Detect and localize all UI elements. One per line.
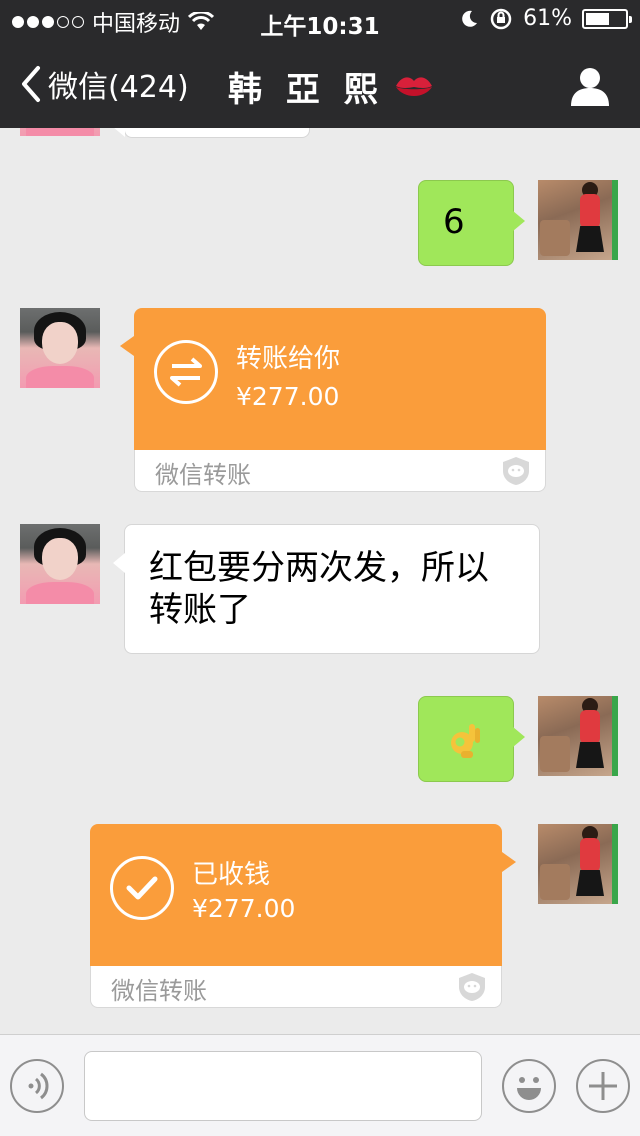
message-bubble[interactable]: 红包要分两次发，所以 转账了	[113, 524, 540, 654]
transfer-card[interactable]: 已收钱 ¥277.00 微信转账	[90, 824, 516, 1008]
contact-name: 韩 亞 熙	[228, 70, 384, 110]
transfer-footer-label: 微信转账	[111, 977, 207, 1005]
wechat-pay-shield-icon	[459, 973, 485, 1001]
message-text-line-1: 红包要分两次发，所以	[149, 548, 489, 588]
input-bar	[0, 1034, 640, 1136]
my-avatar[interactable]	[538, 824, 618, 904]
my-avatar[interactable]	[538, 696, 618, 776]
emoji-button[interactable]	[502, 1059, 556, 1113]
transfer-title: 已收钱	[192, 860, 271, 890]
more-button[interactable]	[576, 1059, 630, 1113]
rotation-lock-icon	[490, 8, 512, 29]
plus-icon	[589, 1072, 617, 1100]
transfer-title: 转账给你	[236, 344, 341, 374]
chat-title: 韩 亞 熙	[228, 62, 434, 111]
message-text: 6	[443, 202, 465, 242]
transfer-card[interactable]: 转账给你 ¥277.00 微信转账	[120, 308, 546, 492]
message-bubble[interactable]: 6	[418, 180, 525, 266]
nav-bar: 微信(424) 韩 亞 熙	[0, 40, 640, 128]
voice-icon	[28, 1072, 49, 1100]
battery-icon	[582, 8, 632, 29]
status-right: 61%	[459, 6, 632, 31]
contact-avatar[interactable]	[20, 128, 100, 136]
voice-button[interactable]	[10, 1059, 64, 1113]
battery-percent: 61%	[523, 6, 572, 31]
transfer-amount: ¥277.00	[192, 894, 296, 923]
contact-avatar[interactable]	[20, 308, 100, 388]
chat-area[interactable]: 6 转账给你 ¥277.00 微信转账 红包要分两次发，所以 转账了 已收钱 ¥…	[0, 128, 640, 1034]
lips-icon	[395, 76, 432, 96]
my-avatar[interactable]	[538, 180, 618, 260]
ok-hand-emoji	[451, 724, 480, 758]
wechat-pay-shield-icon	[503, 457, 529, 485]
message-input[interactable]	[84, 1051, 482, 1121]
message-bubble[interactable]	[418, 696, 525, 782]
transfer-card-footer: 微信转账	[134, 450, 546, 492]
transfer-arrows-icon	[154, 340, 218, 404]
moon-icon	[462, 10, 478, 27]
transfer-footer-label: 微信转账	[155, 461, 251, 489]
message-text-line-2: 转账了	[149, 590, 251, 630]
emoji-icon	[517, 1077, 541, 1100]
back-button[interactable]: 微信(424)	[18, 62, 189, 106]
transfer-amount: ¥277.00	[236, 382, 340, 411]
previous-message-bubble[interactable]	[113, 128, 310, 138]
transfer-card-footer: 微信转账	[90, 966, 502, 1008]
back-label: 微信(424)	[48, 70, 189, 105]
chevron-left-icon	[22, 66, 40, 102]
check-icon	[110, 856, 174, 920]
contact-profile-icon[interactable]	[568, 64, 612, 108]
contact-avatar[interactable]	[20, 524, 100, 604]
status-bar: 中国移动 上午10:31 61%	[0, 0, 640, 40]
